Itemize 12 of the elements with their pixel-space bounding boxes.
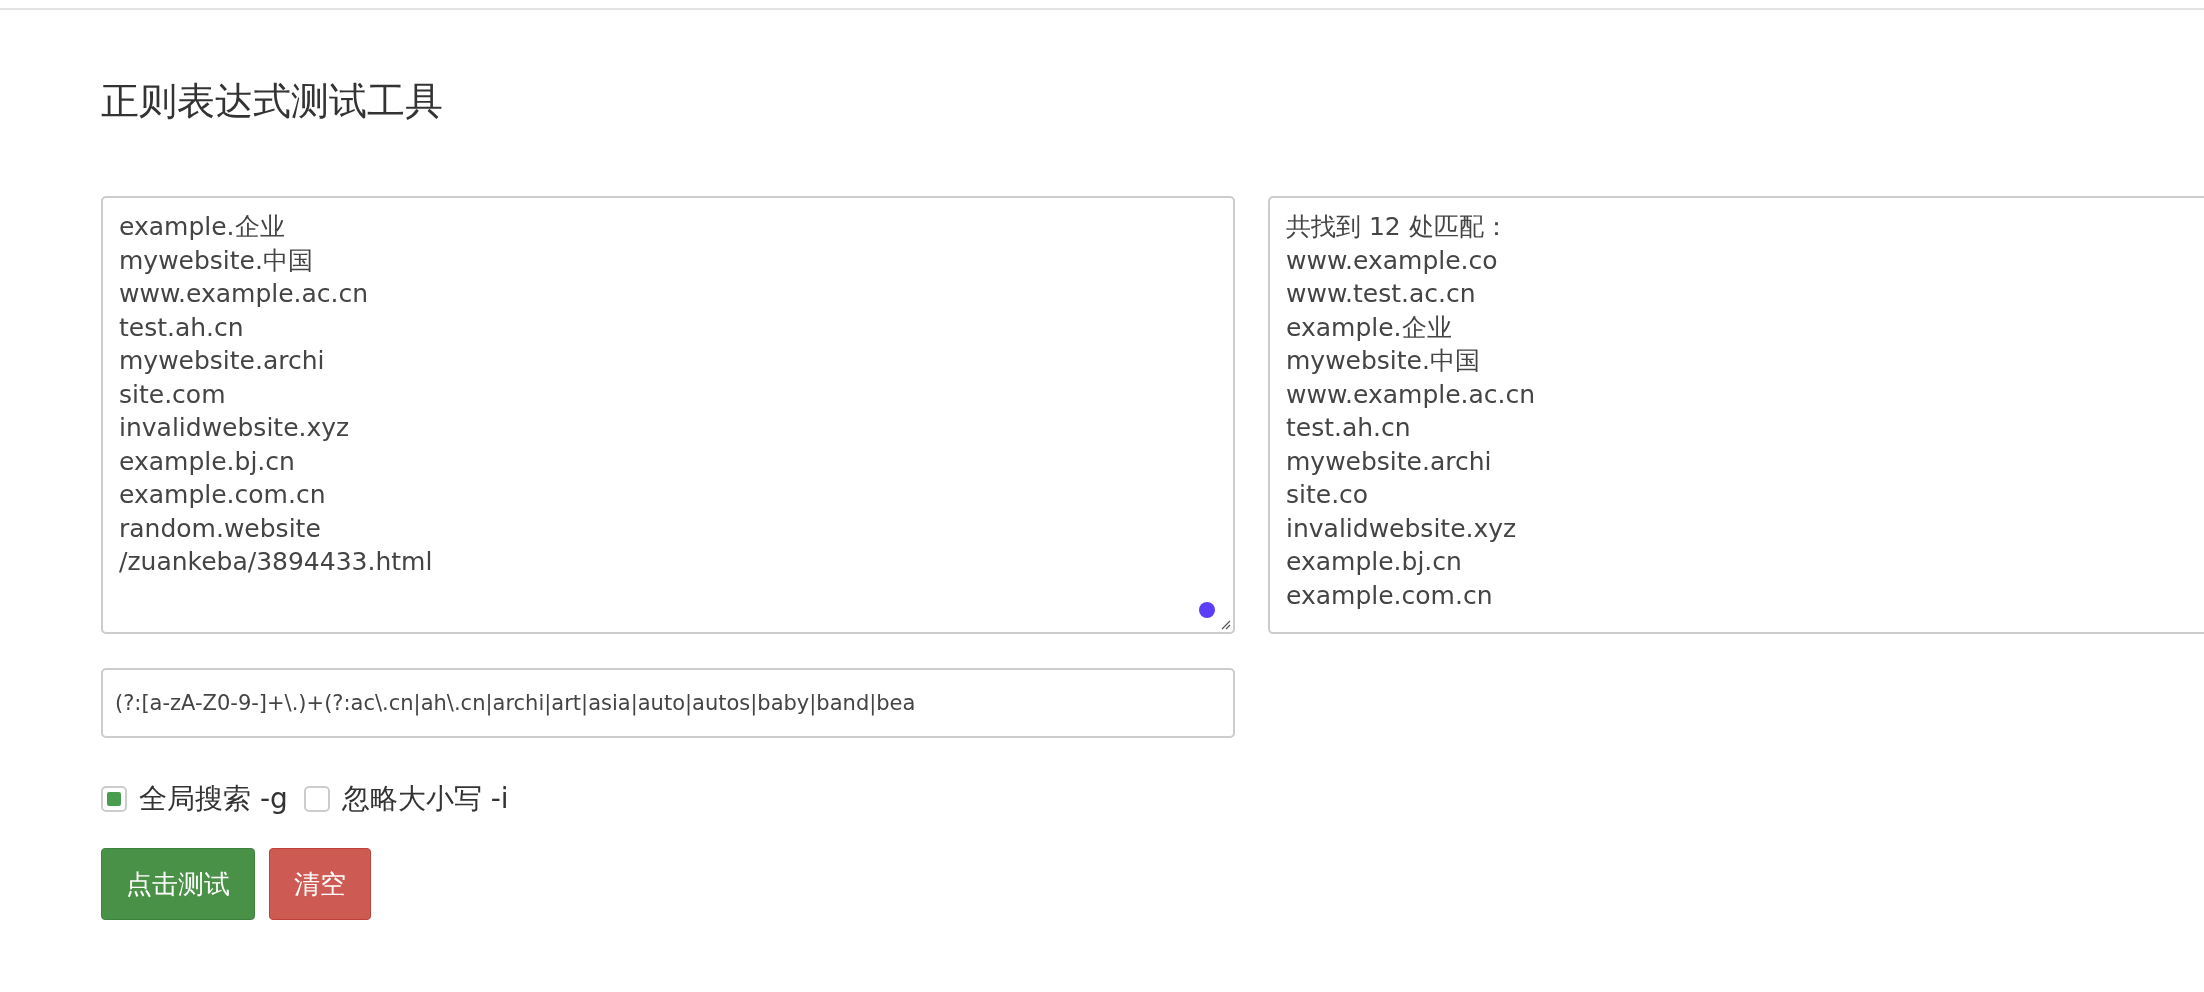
- indicator-dot-icon: [1199, 602, 1215, 618]
- result-text-area[interactable]: 共找到 12 处匹配： www.example.co www.test.ac.cn example.企业 mywebsite.中国 www.example.ac.cn test.ah.cn mywebsite.archi site.co invalidwebsite.xyz example.bj.cn example.com.cn: [1268, 196, 2204, 634]
- test-button[interactable]: 点击测试: [101, 848, 255, 920]
- regex-input-field[interactable]: (?:[a-zA-Z0-9-]+\.)+(?:ac\.cn|ah\.cn|archi|art|asia|auto|autos|baby|band|bea: [101, 668, 1235, 738]
- checkbox[interactable]: [101, 786, 127, 812]
- resize-grip-icon[interactable]: [1221, 620, 1231, 630]
- option-label: 全局搜索 -g: [139, 781, 288, 817]
- clear-button[interactable]: 清空: [269, 848, 371, 920]
- option-label: 忽略大小写 -i: [341, 781, 509, 817]
- source-text-area[interactable]: example.企业 mywebsite.中国 www.example.ac.cn test.ah.cn mywebsite.archi site.com invalidwebsite.xyz example.bj.cn example.com.cn random.website /zuankeba/3894433.html: [101, 196, 1235, 634]
- page-title: 正则表达式测试工具: [101, 82, 444, 125]
- checkbox[interactable]: [303, 786, 330, 812]
